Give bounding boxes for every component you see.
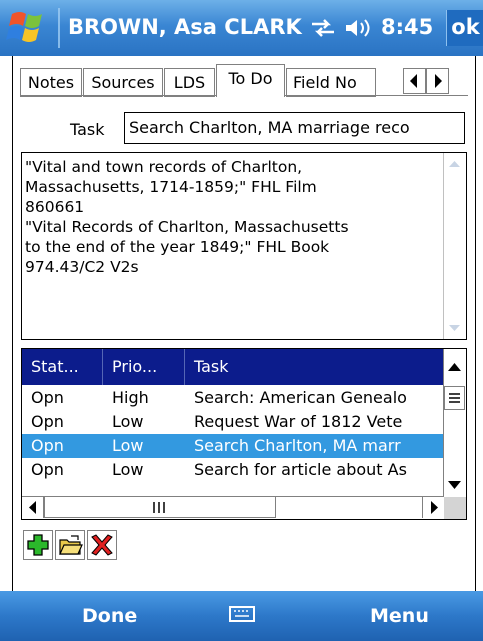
notes-textarea[interactable]: "Vital and town records of Charlton, Mas… bbox=[21, 152, 467, 340]
cell-task: Search for article about As bbox=[194, 460, 407, 479]
task-input-value: Search Charlton, MA marriage reco bbox=[129, 118, 410, 137]
notes-scrollbar[interactable] bbox=[443, 153, 466, 339]
ok-button[interactable]: ok bbox=[446, 10, 483, 46]
window-title: BROWN, Asa CLARK bbox=[68, 15, 302, 39]
cell-priority: Low bbox=[112, 460, 144, 479]
tab-notes[interactable]: Notes bbox=[20, 68, 82, 97]
cell-task: Search Charlton, MA marr bbox=[194, 436, 401, 455]
windows-flag-icon[interactable] bbox=[0, 0, 58, 56]
title-bar: BROWN, Asa CLARK 8:45 ok bbox=[0, 0, 483, 56]
notes-text: "Vital and town records of Charlton, Mas… bbox=[25, 158, 349, 276]
table-row-selected[interactable]: Opn Low Search Charlton, MA marr bbox=[22, 434, 444, 458]
arrow-left-icon[interactable] bbox=[403, 68, 426, 94]
clock: 8:45 bbox=[381, 15, 434, 39]
scroll-down-icon[interactable] bbox=[444, 317, 465, 339]
menu-bar: Done Menu bbox=[0, 591, 483, 641]
open-folder-icon[interactable] bbox=[55, 530, 85, 560]
table-header: Stat... Prio... Task bbox=[22, 349, 444, 385]
scroll-right-icon[interactable] bbox=[422, 497, 444, 518]
cell-status: Opn bbox=[31, 388, 64, 407]
table-row[interactable]: Opn Low Search for article about As bbox=[22, 458, 444, 482]
todo-table: Stat... Prio... Task Opn High Search: Am… bbox=[21, 348, 467, 520]
title-divider bbox=[58, 8, 60, 48]
scroll-down-icon[interactable] bbox=[444, 473, 465, 497]
add-plus-icon[interactable] bbox=[23, 530, 53, 560]
tab-strip: Notes Sources LDS To Do Field No bbox=[20, 64, 461, 97]
task-input[interactable]: Search Charlton, MA marriage reco bbox=[124, 112, 465, 144]
keyboard-icon[interactable] bbox=[225, 601, 259, 627]
scroll-thumb[interactable] bbox=[444, 386, 465, 410]
table-row[interactable]: Opn Low Request War of 1812 Vete bbox=[22, 410, 444, 434]
arrow-right-icon[interactable] bbox=[426, 68, 449, 94]
cell-priority: Low bbox=[112, 412, 144, 431]
cell-status: Opn bbox=[31, 412, 64, 431]
tab-sources[interactable]: Sources bbox=[83, 68, 163, 97]
tab-to-do[interactable]: To Do bbox=[216, 64, 285, 97]
cell-priority: Low bbox=[112, 436, 144, 455]
task-label: Task bbox=[70, 120, 105, 139]
scroll-left-icon[interactable] bbox=[22, 497, 44, 518]
scroll-up-icon[interactable] bbox=[444, 153, 465, 175]
scroll-up-icon[interactable] bbox=[444, 349, 465, 385]
tab-lds[interactable]: LDS bbox=[164, 68, 215, 97]
table-vertical-scrollbar[interactable] bbox=[443, 349, 466, 497]
cell-task: Request War of 1812 Vete bbox=[194, 412, 403, 431]
table-horizontal-scrollbar[interactable] bbox=[22, 496, 444, 519]
delete-x-icon[interactable] bbox=[87, 530, 117, 560]
table-row[interactable]: Opn High Search: American Genealo bbox=[22, 386, 444, 410]
cell-task: Search: American Genealo bbox=[194, 388, 407, 407]
connectivity-arrows-icon[interactable] bbox=[308, 16, 338, 40]
column-header-status[interactable]: Stat... bbox=[22, 349, 103, 385]
done-button[interactable]: Done bbox=[82, 605, 137, 627]
column-header-priority[interactable]: Prio... bbox=[103, 349, 185, 385]
column-header-task[interactable]: Task bbox=[185, 349, 444, 385]
menu-button[interactable]: Menu bbox=[370, 605, 429, 627]
scrollbar-corner bbox=[444, 497, 466, 519]
tab-field-notes[interactable]: Field No bbox=[286, 68, 376, 97]
cell-status: Opn bbox=[31, 460, 64, 479]
cell-priority: High bbox=[112, 388, 149, 407]
cell-status: Opn bbox=[31, 436, 64, 455]
scroll-thumb[interactable] bbox=[44, 497, 276, 518]
speaker-icon[interactable] bbox=[343, 16, 373, 40]
